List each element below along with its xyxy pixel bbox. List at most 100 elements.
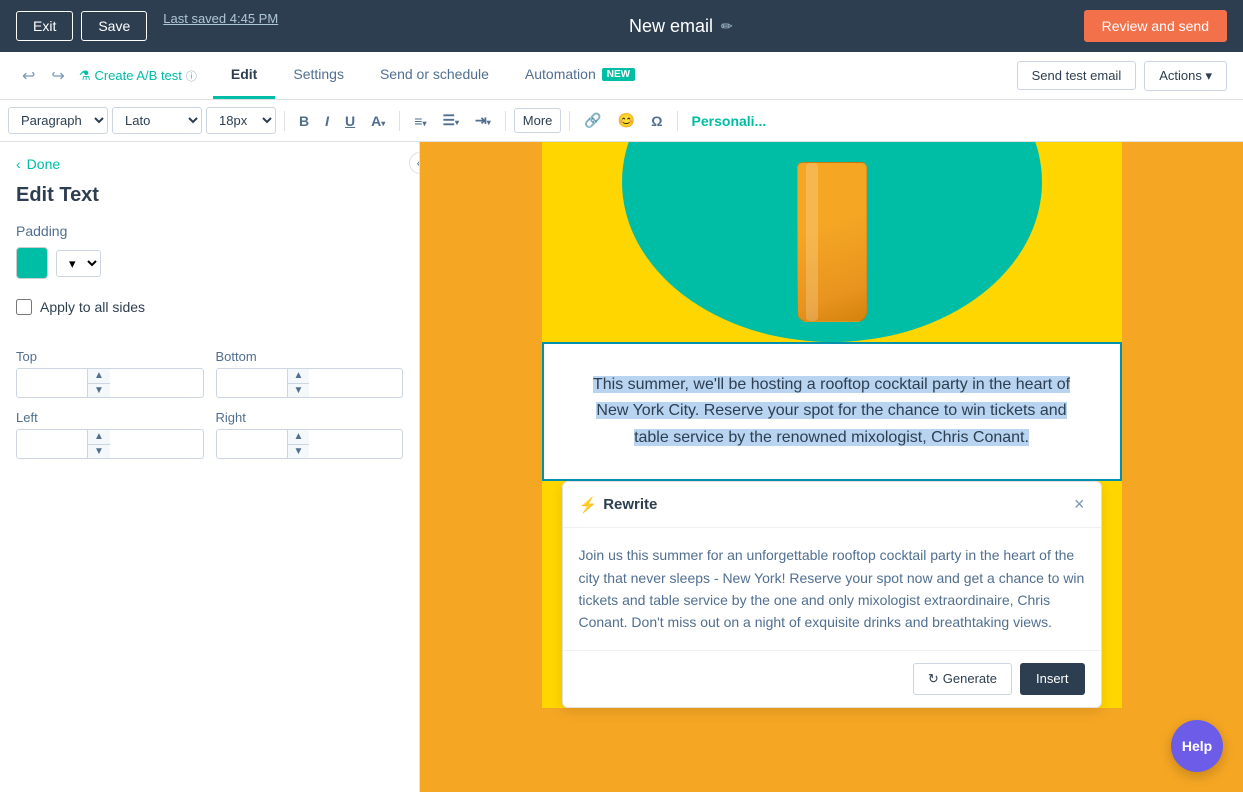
bottom-increment-button[interactable]: ▲ [288,369,310,384]
email-title: New email [629,16,713,37]
apply-all-sides-label[interactable]: Apply to all sides [40,299,145,315]
rewrite-content: Join us this summer for an unforgettable… [563,528,1101,650]
tab-edit[interactable]: Edit [213,52,275,99]
padding-grid: Top 10 ▲ ▼ Bottom 10 ▲ [16,349,403,459]
nav-bar-right: Send test email Actions ▾ [1017,61,1227,91]
top-input[interactable]: 10 [17,369,87,397]
left-stepper-buttons: ▲ ▼ [87,430,110,458]
flask-icon: ⚗ [79,68,91,84]
top-padding-group: Top 10 ▲ ▼ [16,349,204,398]
paragraph-style-select[interactable]: Paragraph [8,107,108,134]
toolbar-divider-2 [399,111,400,131]
chevron-left-icon: ‹ [16,156,21,172]
actions-button[interactable]: Actions ▾ [1144,61,1227,91]
review-and-send-button[interactable]: Review and send [1084,10,1227,42]
padding-control: ▾ [16,247,403,279]
back-label: Done [27,156,60,172]
generate-button[interactable]: ↻ Generate [913,663,1012,695]
top-bar-right: Review and send [1084,10,1227,42]
automation-new-badge: NEW [602,68,635,81]
padding-color-button[interactable] [16,247,48,279]
apply-all-sides-section: Apply to all sides [0,295,419,345]
bottom-label: Bottom [216,349,404,364]
email-hero-image [542,142,1122,342]
right-input[interactable]: 20 [217,430,287,458]
bottom-stepper: 10 ▲ ▼ [216,368,404,398]
toolbar-divider-1 [284,111,285,131]
top-decrement-button[interactable]: ▼ [88,384,110,398]
underline-button[interactable]: U [339,109,361,133]
nav-bar-left: ↩ ↪ ⚗ Create A/B test ⓘ [16,62,197,90]
send-test-email-button[interactable]: Send test email [1017,61,1137,90]
text-color-button[interactable]: A▾ [365,109,391,133]
left-panel: « ‹ Done Edit Text Padding ▾ Apply to al… [0,142,420,792]
last-saved: Last saved 4:45 PM [163,11,278,41]
rewrite-title: ⚡ Rewrite [579,496,658,514]
omega-button[interactable]: Ω [645,109,668,133]
save-button[interactable]: Save [81,11,147,41]
right-stepper-buttons: ▲ ▼ [287,430,310,458]
apply-all-sides-row: Apply to all sides [16,295,403,329]
apply-all-sides-checkbox[interactable] [16,299,32,315]
top-increment-button[interactable]: ▲ [88,369,110,384]
generate-label: Generate [943,671,997,686]
toolbar-divider-5 [677,111,678,131]
rewrite-close-button[interactable]: × [1074,494,1085,515]
undo-button[interactable]: ↩ [16,62,41,90]
padding-section: Padding ▾ [0,223,419,295]
top-bar: Exit Save Last saved 4:45 PM New email ✏… [0,0,1243,52]
toolbar-divider-4 [569,111,570,131]
rewrite-panel: ⚡ Rewrite × Join us this summer for an u… [562,481,1102,708]
selected-text-content: This summer, we'll be hosting a rooftop … [580,372,1084,451]
right-label: Right [216,410,404,425]
back-button[interactable]: ‹ Done [0,142,419,180]
right-decrement-button[interactable]: ▼ [288,445,310,459]
emoji-button[interactable]: 😊 [612,108,641,133]
right-stepper: 20 ▲ ▼ [216,429,404,459]
list-button[interactable]: ☰▾ [436,108,465,133]
help-icon: ⓘ [186,68,197,84]
tab-send-or-schedule[interactable]: Send or schedule [362,52,507,99]
padding-label: Padding [16,223,403,239]
left-padding-group: Left 20 ▲ ▼ [16,410,204,459]
insert-button[interactable]: Insert [1020,663,1085,695]
padding-dropdown[interactable]: ▾ [56,250,101,277]
nav-bar: ↩ ↪ ⚗ Create A/B test ⓘ Edit Settings Se… [0,52,1243,100]
rewrite-header: ⚡ Rewrite × [563,482,1101,528]
indent-button[interactable]: ⇥▾ [469,108,497,133]
exit-button[interactable]: Exit [16,11,73,41]
toolbar-divider-3 [505,111,506,131]
bold-button[interactable]: B [293,109,315,133]
italic-button[interactable]: I [319,109,335,133]
main-layout: « ‹ Done Edit Text Padding ▾ Apply to al… [0,142,1243,792]
personalize-button[interactable]: Personali... [686,109,773,133]
top-label: Top [16,349,204,364]
top-bar-center: New email ✏ [290,16,1071,37]
edit-icon[interactable]: ✏ [721,18,733,35]
left-stepper: 20 ▲ ▼ [16,429,204,459]
bottom-stepper-buttons: ▲ ▼ [287,369,310,397]
bottom-decrement-button[interactable]: ▼ [288,384,310,398]
link-button[interactable]: 🔗 [578,108,607,133]
help-button[interactable]: Help [1171,720,1223,772]
more-button[interactable]: More [514,108,562,133]
rewrite-footer: ↻ Generate Insert [563,650,1101,707]
actions-label: Actions ▾ [1159,68,1212,84]
redo-button[interactable]: ↪ [45,62,70,90]
selected-text-block[interactable]: This summer, we'll be hosting a rooftop … [542,342,1122,481]
font-size-select[interactable]: 18px [206,107,276,134]
left-increment-button[interactable]: ▲ [88,430,110,445]
left-input[interactable]: 20 [17,430,87,458]
tab-automation[interactable]: Automation NEW [507,52,653,99]
left-decrement-button[interactable]: ▼ [88,445,110,459]
right-padding-group: Right 20 ▲ ▼ [216,410,404,459]
nav-tabs: Edit Settings Send or schedule Automatio… [213,52,653,99]
ab-test-label: Create A/B test [94,68,181,83]
align-button[interactable]: ≡▾ [408,109,432,133]
right-increment-button[interactable]: ▲ [288,430,310,445]
bottom-input[interactable]: 10 [217,369,287,397]
font-select[interactable]: Lato [112,107,202,134]
rewrite-title-label: Rewrite [603,496,657,513]
tab-settings[interactable]: Settings [275,52,362,99]
ab-test-button[interactable]: ⚗ Create A/B test ⓘ [79,68,197,84]
